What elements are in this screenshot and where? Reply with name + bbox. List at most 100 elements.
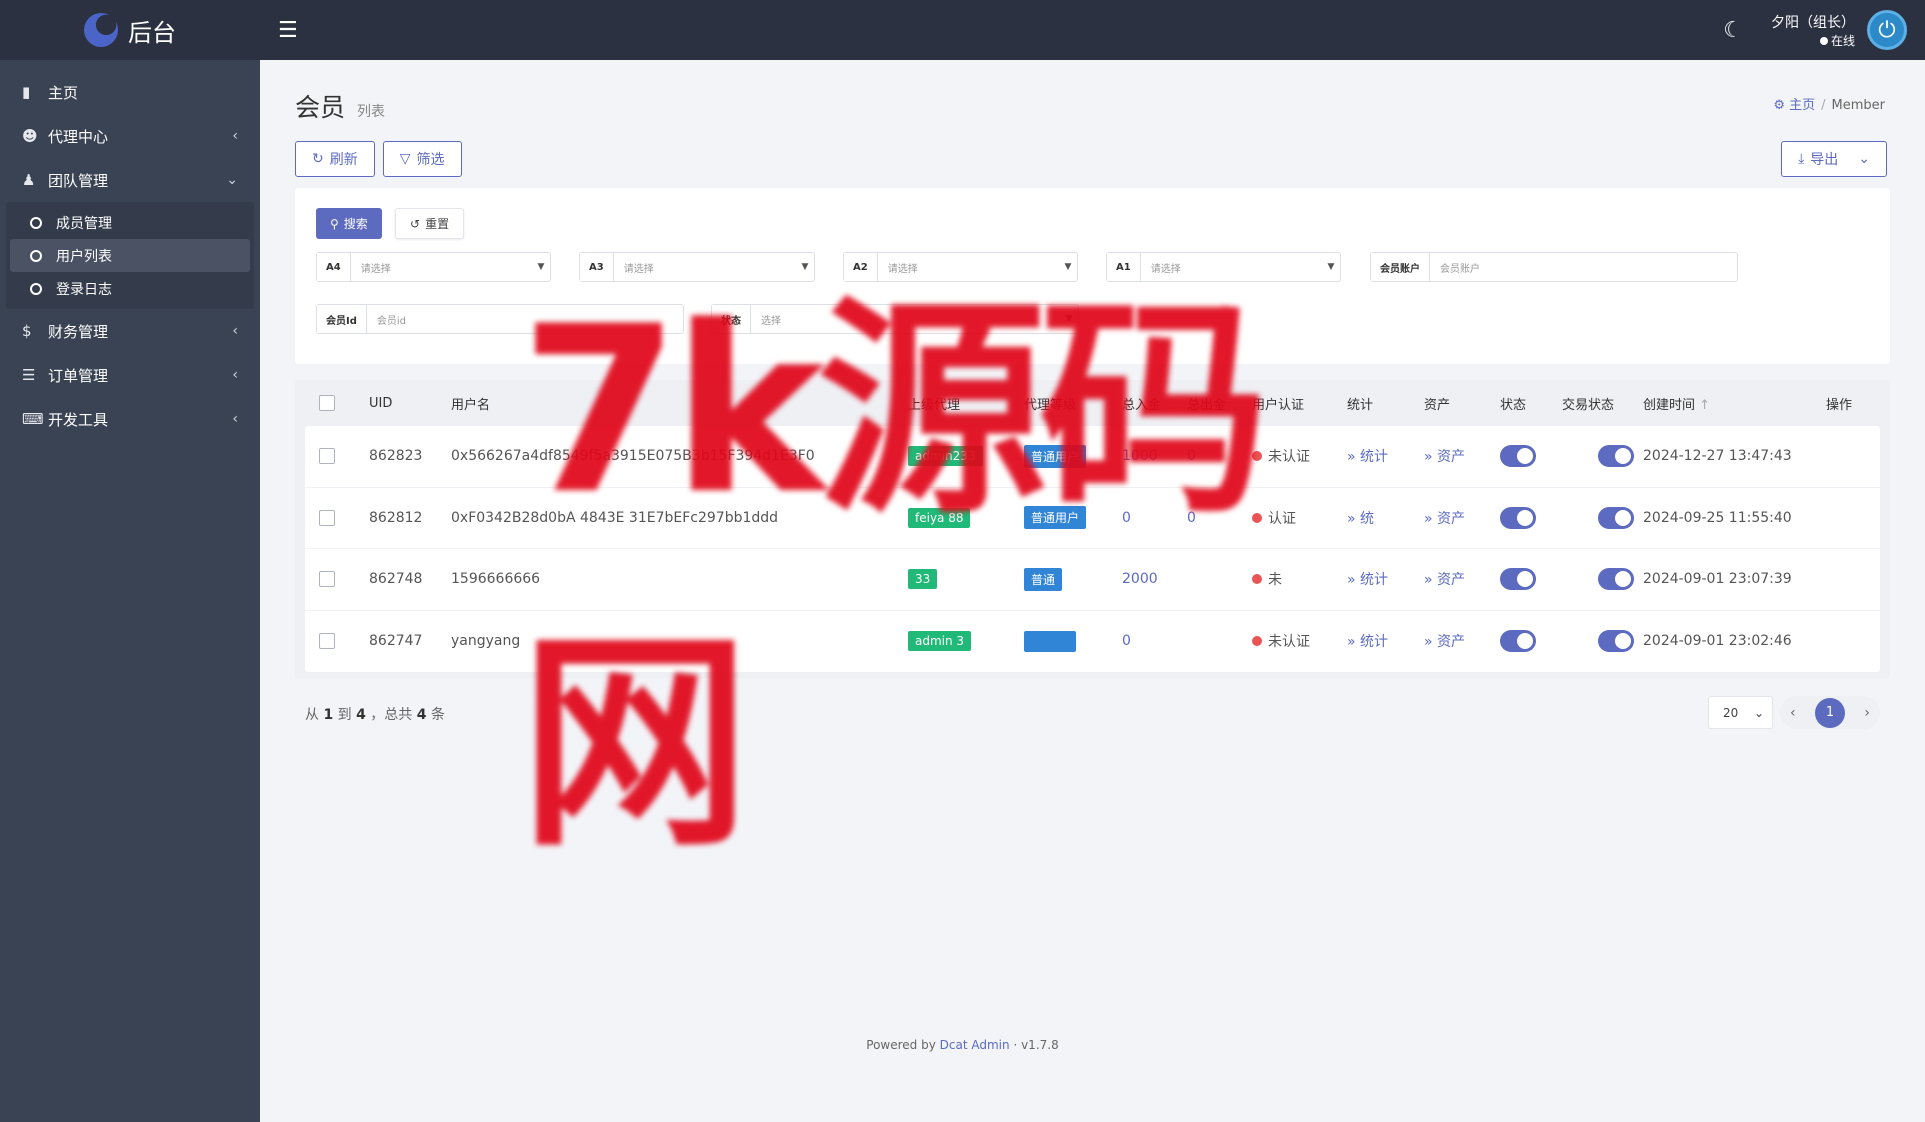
username-cell: yangyang bbox=[451, 633, 521, 650]
sidebar-item-finance[interactable]: $ 财务管理 ‹ bbox=[0, 309, 260, 353]
sidebar: 后台 ▮ 主页 ☻ 代理中心 ‹ ♟ 团队管理 ⌄ 成员管理 用户列表 登录日志… bbox=[0, 0, 260, 1122]
page-current[interactable]: 1 bbox=[1815, 697, 1845, 728]
search-button[interactable]: ⚲ 搜索 bbox=[316, 208, 382, 239]
user-info[interactable]: 夕阳（组长） 在线 bbox=[1771, 12, 1855, 49]
chevron-left-icon: ‹ bbox=[232, 367, 238, 383]
uid-cell: 862823 bbox=[369, 448, 423, 465]
table-row: 862747 yangyang admin 3 0 未认证 » 统计 » 资产 … bbox=[305, 611, 1880, 673]
dark-mode-icon[interactable]: ☾ bbox=[1723, 18, 1743, 43]
page-title: 会员 bbox=[295, 93, 346, 122]
sidebar-subitem-user-list[interactable]: 用户列表 bbox=[10, 239, 250, 272]
export-button[interactable]: ⤓ 导出 ⌄ bbox=[1781, 141, 1887, 177]
row-checkbox[interactable] bbox=[319, 633, 335, 650]
reset-button[interactable]: ↺ 重置 bbox=[395, 208, 465, 239]
member-table: UID 用户名 上级代理 代理等级 总入金 总出金 用户认证 统计 资产 状态 … bbox=[295, 380, 1890, 678]
column-header: 代理等级 bbox=[1024, 397, 1077, 413]
caret-down-icon: ▼ bbox=[1065, 314, 1073, 324]
row-checkbox[interactable] bbox=[319, 509, 335, 526]
breadcrumb-home[interactable]: 主页 bbox=[1789, 98, 1815, 113]
withdraw-cell: 0 bbox=[1187, 509, 1196, 526]
column-header: 总出金 bbox=[1187, 397, 1227, 413]
filter-a3[interactable]: A3 请选择 ▼ bbox=[579, 252, 815, 282]
agent-badge: admin233 bbox=[908, 446, 983, 467]
assets-link[interactable]: » 资产 bbox=[1424, 631, 1465, 651]
breadcrumb-current: Member bbox=[1831, 98, 1885, 113]
assets-link[interactable]: » 资产 bbox=[1424, 446, 1465, 466]
stats-link[interactable]: » 统计 bbox=[1347, 631, 1388, 651]
sidebar-item-orders[interactable]: ☰ 订单管理 ‹ bbox=[0, 353, 260, 397]
sidebar-item-label: 订单管理 bbox=[48, 366, 109, 385]
filter-status[interactable]: 状态 选择 ▼ bbox=[711, 304, 1079, 334]
filter-a2[interactable]: A2 请选择 ▼ bbox=[843, 252, 1078, 282]
table-row: 862823 0x566267a4df8549f5a3915E075B3b15F… bbox=[305, 426, 1880, 488]
trade-status-toggle[interactable] bbox=[1598, 568, 1634, 591]
brand-name: 后台 bbox=[128, 18, 176, 47]
select-all-checkbox[interactable] bbox=[319, 395, 335, 411]
sidebar-item-team[interactable]: ♟ 团队管理 ⌄ bbox=[0, 158, 260, 202]
uid-cell: 862812 bbox=[369, 509, 423, 526]
caret-down-icon: ▼ bbox=[1327, 262, 1335, 272]
sidebar-item-dev-tools[interactable]: ⌨ 开发工具 ‹ bbox=[0, 397, 260, 441]
menu-toggle-icon[interactable]: ☰ bbox=[278, 18, 318, 43]
status-toggle[interactable] bbox=[1500, 630, 1536, 653]
search-icon: ⚲ bbox=[330, 216, 339, 231]
trade-status-toggle[interactable] bbox=[1598, 506, 1634, 529]
sidebar-submenu-team: 成员管理 用户列表 登录日志 bbox=[6, 202, 254, 309]
chevron-left-icon: ‹ bbox=[232, 411, 238, 427]
chevron-down-icon: ⌄ bbox=[1753, 705, 1764, 720]
trade-status-toggle[interactable] bbox=[1598, 630, 1634, 653]
filter-a4[interactable]: A4 请选择 ▼ bbox=[316, 252, 551, 282]
column-header: UID bbox=[369, 395, 393, 411]
column-header: 操作 bbox=[1826, 397, 1853, 413]
per-page-select[interactable]: 20 ⌄ bbox=[1708, 696, 1773, 729]
auth-cell: 未 bbox=[1252, 569, 1282, 589]
username-cell: 0xF0342B28d0bA 4843E 31E7bEFc297bb1ddd bbox=[451, 509, 779, 526]
column-header-created[interactable]: 创建时间 ↑ bbox=[1643, 394, 1710, 413]
team-icon: ♟ bbox=[22, 171, 36, 189]
powered-by: Powered by Dcat Admin · v1.7.8 bbox=[866, 1038, 1059, 1052]
level-badge bbox=[1024, 630, 1076, 652]
assets-link[interactable]: » 资产 bbox=[1424, 569, 1465, 589]
circle-icon bbox=[30, 249, 42, 262]
table-header: UID 用户名 上级代理 代理等级 总入金 总出金 用户认证 统计 资产 状态 … bbox=[295, 380, 1890, 426]
pagination-summary: 从 1 到 4 ，总共 4 条 bbox=[305, 707, 445, 723]
stats-link[interactable]: » 统计 bbox=[1347, 446, 1388, 466]
online-dot-icon bbox=[1819, 36, 1828, 45]
column-header: 统计 bbox=[1347, 397, 1374, 413]
user-icon: ☻ bbox=[22, 127, 38, 145]
sidebar-item-agent-center[interactable]: ☻ 代理中心 ‹ bbox=[0, 114, 260, 158]
status-toggle[interactable] bbox=[1500, 568, 1536, 591]
column-header: 交易状态 bbox=[1562, 397, 1615, 413]
filter-member-account[interactable]: 会员账户 会员账户 bbox=[1370, 252, 1738, 282]
row-checkbox[interactable] bbox=[319, 448, 335, 465]
status-toggle[interactable] bbox=[1500, 506, 1536, 529]
level-badge: 普通用户 bbox=[1024, 506, 1087, 530]
deposit-cell: 0 bbox=[1122, 633, 1131, 650]
sidebar-subitem-members[interactable]: 成员管理 bbox=[10, 206, 250, 239]
filter-a1[interactable]: A1 请选择 ▼ bbox=[1106, 252, 1341, 282]
sidebar-subitem-login-log[interactable]: 登录日志 bbox=[10, 272, 250, 305]
row-checkbox[interactable] bbox=[319, 571, 335, 588]
prev-page-icon[interactable]: ‹ bbox=[1790, 705, 1796, 721]
filter-member-id[interactable]: 会员Id 会员id bbox=[316, 304, 684, 334]
brand[interactable]: 后台 bbox=[0, 0, 260, 60]
agent-badge: feiya 88 bbox=[908, 507, 971, 528]
refresh-button[interactable]: ↻ 刷新 bbox=[295, 141, 375, 177]
status-dot-icon bbox=[1252, 574, 1262, 585]
dollar-icon: $ bbox=[22, 322, 32, 340]
filter-button[interactable]: ▽ 筛选 bbox=[382, 141, 462, 177]
sidebar-item-label: 开发工具 bbox=[48, 410, 109, 429]
stats-link[interactable]: » 统 bbox=[1347, 508, 1374, 528]
sidebar-item-home[interactable]: ▮ 主页 bbox=[0, 70, 260, 114]
keyboard-icon: ⌨ bbox=[22, 410, 44, 428]
stats-link[interactable]: » 统计 bbox=[1347, 569, 1388, 589]
avatar[interactable]: ⏻ bbox=[1867, 10, 1907, 50]
dcat-admin-link[interactable]: Dcat Admin bbox=[940, 1038, 1010, 1052]
breadcrumb: ⚙ 主页 / Member bbox=[1773, 98, 1885, 113]
assets-link[interactable]: » 资产 bbox=[1424, 508, 1465, 528]
column-header: 上级代理 bbox=[908, 397, 961, 413]
username-cell: 0x566267a4df8549f5a3915E075B3b15F394d1E3… bbox=[451, 448, 815, 465]
trade-status-toggle[interactable] bbox=[1598, 445, 1634, 468]
status-toggle[interactable] bbox=[1500, 445, 1536, 468]
next-page-icon[interactable]: › bbox=[1864, 705, 1870, 721]
